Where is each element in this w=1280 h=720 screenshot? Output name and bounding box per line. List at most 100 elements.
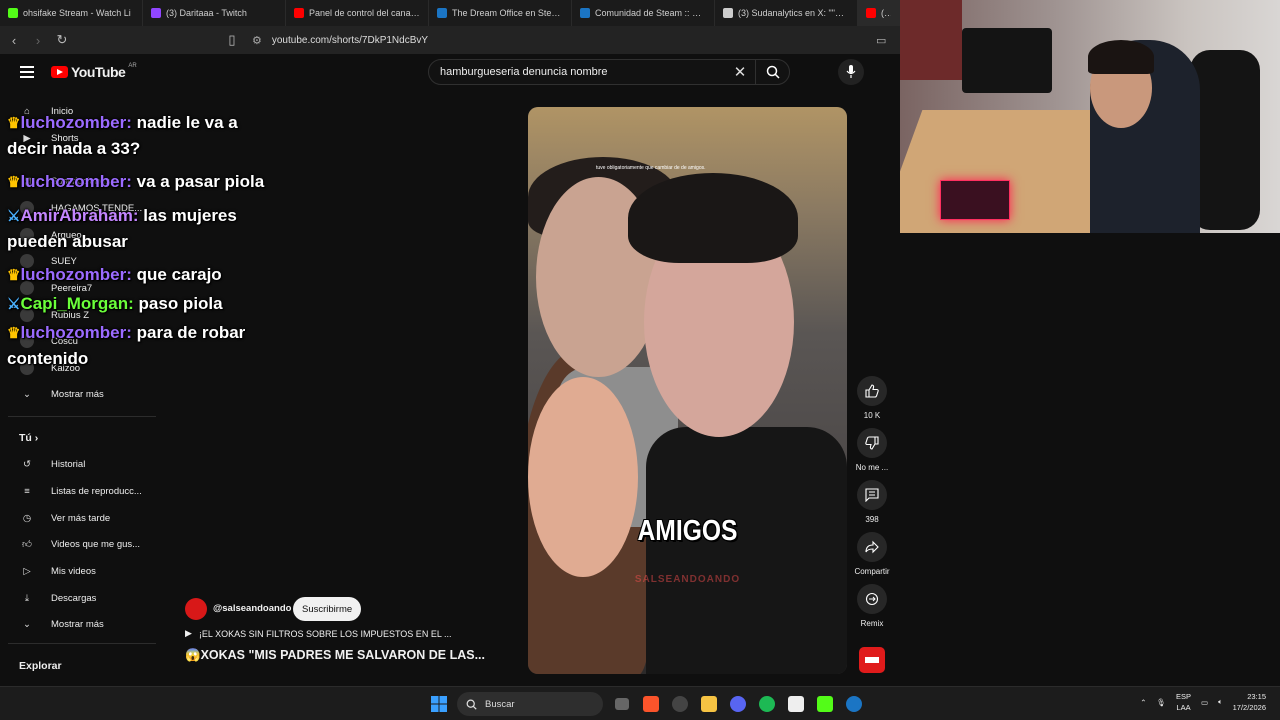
channel-avatar[interactable]: [185, 598, 207, 620]
sidebar-item-downloads[interactable]: ⤓ Descargas: [0, 586, 155, 610]
browser-tab[interactable]: (3) Daritaaa - Twitch: [143, 0, 286, 26]
chat-username: luchozomber:: [20, 113, 132, 132]
file-explorer-icon[interactable]: [694, 692, 723, 716]
search-input[interactable]: hamburgueseria denuncia nombre: [429, 66, 725, 78]
browser-tab[interactable]: ohsifake Stream - Watch Li: [0, 0, 143, 26]
history-icon: ↺: [23, 458, 31, 470]
playlist-icon: ≡: [24, 485, 30, 497]
chevron-right-icon: ›: [34, 432, 39, 444]
volume-icon[interactable]: 🔈︎: [1218, 697, 1223, 707]
search-icon: [466, 699, 477, 710]
browser-tab-active[interactable]: (1): [858, 0, 900, 26]
streamer-hair: [1088, 40, 1154, 74]
search-box[interactable]: hamburgueseria denuncia nombre ✕: [428, 59, 790, 85]
chat-text: va a pasar piola: [136, 172, 265, 191]
like-count: 10 K: [863, 411, 881, 420]
browser-tab[interactable]: The Dream Office en Steam: [429, 0, 572, 26]
reload-icon[interactable]: ↻: [52, 30, 72, 50]
clear-search-icon[interactable]: ✕: [725, 63, 755, 81]
browser-tab[interactable]: Panel de control del canal - Yo: [286, 0, 429, 26]
video-watermark: SALSEANDOANDO: [634, 574, 741, 585]
channel-thumbnail[interactable]: [859, 647, 885, 673]
voice-search-button[interactable]: [838, 59, 864, 85]
windows-start-button[interactable]: [424, 692, 453, 716]
spotify-icon[interactable]: [752, 692, 781, 716]
chat-username: luchozomber:: [20, 265, 132, 284]
discord-icon[interactable]: [723, 692, 752, 716]
sidebar-item-my-videos[interactable]: ▷ Mis videos: [0, 559, 155, 583]
related-playlist-link[interactable]: ▶ ¡EL XOKAS SIN FILTROS SOBRE LOS IMPUEST…: [185, 628, 452, 639]
steam-icon: [437, 8, 447, 18]
dislike-button[interactable]: No me ...: [852, 428, 892, 472]
comments-button[interactable]: 398: [852, 480, 892, 524]
play-icon: ▶: [185, 628, 192, 638]
video-caption: tuve obligatoriamente que cambiar de de …: [596, 165, 706, 171]
microphone-icon[interactable]: 🎙︎: [1156, 698, 1166, 707]
cast-icon[interactable]: ▭: [876, 34, 886, 47]
chat-message: ♛luchozomber: nadie le va a decir nada a…: [7, 110, 272, 161]
twitch-icon: [151, 8, 161, 18]
like-button[interactable]: 10 K: [852, 376, 892, 420]
chat-message: ⚔Capi_Morgan: paso piola: [7, 291, 272, 317]
clock-icon: ◷: [22, 512, 32, 524]
forward-icon[interactable]: ›: [28, 30, 48, 50]
chevron-up-icon[interactable]: ⌃: [1140, 698, 1146, 707]
task-view-icon[interactable]: [607, 692, 636, 716]
chat-message: ♛luchozomber: para de robar contenido: [7, 320, 272, 371]
comment-icon: [865, 488, 879, 502]
site-info-icon[interactable]: ⚙: [252, 34, 262, 47]
sidebar-item-watch-later[interactable]: ◷ Ver más tarde: [0, 506, 155, 530]
share-button[interactable]: Compartir: [852, 532, 892, 576]
youtube-icon: [866, 8, 876, 18]
menu-icon[interactable]: [20, 66, 34, 78]
network-icon[interactable]: ▭: [1201, 698, 1208, 707]
keyboard: [940, 180, 1010, 220]
screen: ohsifake Stream - Watch Li (3) Daritaaa …: [0, 0, 1280, 720]
sidebar-divider: [8, 643, 156, 644]
sidebar-show-more[interactable]: ⌄ Mostrar más: [0, 382, 155, 406]
sword-badge-icon: ⚔: [7, 296, 21, 313]
video-figure: [628, 173, 798, 263]
youtube-icon: [294, 8, 304, 18]
steam-app-icon[interactable]: [839, 692, 868, 716]
crown-badge-icon: ♛: [7, 174, 21, 191]
capcut-icon[interactable]: [781, 692, 810, 716]
wall-poster: [900, 0, 962, 80]
address-bar-row: ‹ › ↻ ▯ ⚙ youtube.com/shorts/7DkP1NdcBvY…: [0, 26, 900, 54]
browser-tab[interactable]: Comunidad de Steam :: Guía :: [572, 0, 715, 26]
microphone-icon: [846, 65, 856, 78]
sidebar-item-liked[interactable]: 👍︎ Videos que me gus...: [0, 532, 155, 556]
remix-button[interactable]: Remix: [852, 584, 892, 628]
subscribe-button[interactable]: Suscribirme: [293, 597, 362, 621]
browser-tab[interactable]: (3) Sudanalytics en X: ""El núm: [715, 0, 858, 26]
x-icon: [723, 8, 733, 18]
taskbar-clock[interactable]: 23:15 17/2/2026: [1233, 691, 1266, 713]
sidebar-item-history[interactable]: ↺ Historial: [0, 452, 155, 476]
video-icon: ▷: [23, 565, 31, 577]
settings-app-icon[interactable]: [665, 692, 694, 716]
url-field[interactable]: ▯ ⚙ youtube.com/shorts/7DkP1NdcBvY: [222, 30, 428, 50]
back-icon[interactable]: ‹: [4, 30, 24, 50]
brave-browser-icon[interactable]: [636, 692, 665, 716]
taskbar-search[interactable]: Buscar: [457, 692, 603, 716]
sidebar-you-header[interactable]: Tú ›: [19, 432, 38, 444]
video-overlay-text: AMIGOS: [637, 515, 738, 547]
kick-app-icon[interactable]: [810, 692, 839, 716]
language-indicator[interactable]: ESP LAA: [1176, 691, 1191, 713]
chat-text: paso piola: [138, 294, 223, 313]
channel-name[interactable]: @salseandoando: [213, 603, 291, 614]
thumbs-down-icon: [865, 436, 879, 450]
short-video-player[interactable]: tuve obligatoriamente que cambiar de de …: [528, 107, 847, 674]
youtube-logo[interactable]: YouTube AR: [51, 63, 137, 80]
sidebar-item-playlists[interactable]: ≡ Listas de reproducc...: [0, 479, 155, 503]
share-icon: [865, 540, 879, 554]
country-code: AR: [128, 63, 137, 69]
search-button[interactable]: [755, 60, 789, 84]
bookmark-icon[interactable]: ▯: [222, 30, 242, 50]
windows-logo-icon: [430, 696, 447, 712]
browser-tab-strip: ohsifake Stream - Watch Li (3) Daritaaa …: [0, 0, 900, 26]
short-title[interactable]: 😱XOKAS "MIS PADRES ME SALVARON DE LAS...: [185, 648, 485, 663]
thumbs-up-icon: 👍︎: [22, 539, 32, 550]
comment-count: 398: [865, 515, 879, 524]
sidebar-item-show-more[interactable]: ⌄ Mostrar más: [0, 612, 155, 636]
